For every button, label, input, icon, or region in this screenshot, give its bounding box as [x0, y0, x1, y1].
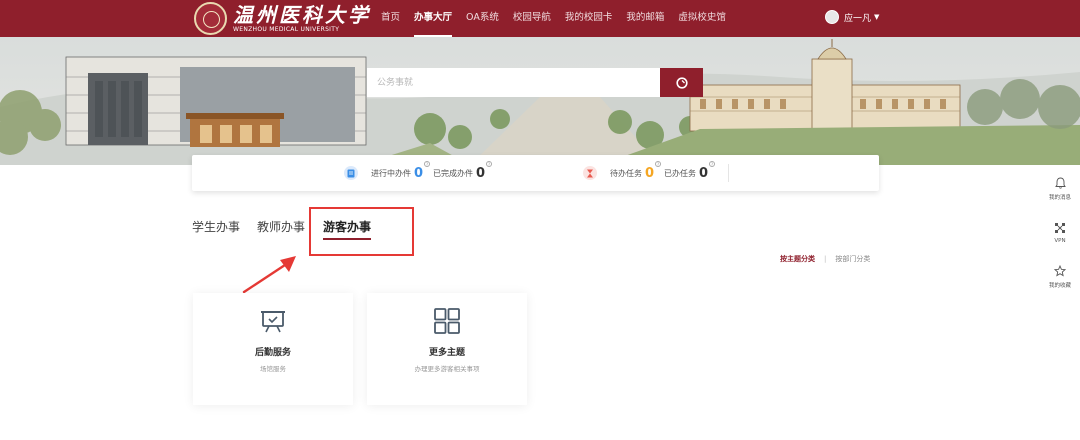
- sidebar-label: VPN: [1054, 238, 1066, 244]
- search-input[interactable]: [367, 68, 660, 97]
- in-progress-count[interactable]: 0?: [414, 160, 431, 181]
- info-icon[interactable]: ?: [424, 160, 431, 167]
- case-stats-group: 进行中办件 0? 已完成办件 0?: [344, 155, 495, 191]
- service-card-more-topics[interactable]: 更多主题 办理更多游客相关事项: [367, 293, 527, 405]
- bell-icon: [1054, 177, 1066, 189]
- campus-sketch-illustration: [0, 39, 1080, 165]
- category-filter: 按主题分类 | 按部门分类: [780, 254, 870, 264]
- nav-campus-navigation[interactable]: 校园导航: [506, 0, 558, 37]
- logo-name-en: WENZHOU MEDICAL UNIVERSITY: [233, 25, 340, 33]
- card-description: 场馆服务: [260, 365, 286, 373]
- right-floating-toolbar: 我的消息 VPN 我的收藏: [1040, 167, 1080, 299]
- campus-banner: [0, 37, 1080, 165]
- main-nav: 首页 办事大厅 OA系统 校园导航 我的校园卡 我的邮箱 虚拟校史馆: [374, 0, 733, 37]
- stats-divider: [728, 164, 729, 182]
- sidebar-item-vpn[interactable]: VPN: [1040, 211, 1080, 255]
- info-icon[interactable]: ?: [655, 160, 662, 167]
- document-icon: [344, 166, 358, 180]
- nav-service-hall[interactable]: 办事大厅: [407, 0, 459, 37]
- card-description: 办理更多游客相关事项: [414, 365, 480, 373]
- top-header: 温州医科大学 WENZHOU MEDICAL UNIVERSITY 首页 办事大…: [0, 0, 1080, 37]
- sidebar-item-messages[interactable]: 我的消息: [1040, 167, 1080, 211]
- nav-mailbox[interactable]: 我的邮箱: [619, 0, 671, 37]
- search-bar: [367, 68, 703, 97]
- tab-student[interactable]: 学生办事: [192, 218, 240, 235]
- annotation-highlight-box: [309, 207, 414, 256]
- logo-name-cn: 温州医科大学: [233, 2, 371, 27]
- info-icon[interactable]: ?: [709, 160, 716, 167]
- nav-oa-system[interactable]: OA系统: [459, 0, 506, 37]
- in-progress-label: 进行中办件: [371, 168, 411, 178]
- nav-campus-card[interactable]: 我的校园卡: [558, 0, 620, 37]
- user-name: 应一凡: [844, 13, 872, 24]
- avatar: [825, 10, 839, 24]
- sidebar-item-favorites[interactable]: 我的收藏: [1040, 255, 1080, 299]
- grid-icon: [434, 308, 460, 334]
- tab-teacher[interactable]: 教师办事: [257, 218, 305, 235]
- nav-home[interactable]: 首页: [374, 0, 407, 37]
- sidebar-label: 我的收藏: [1048, 283, 1071, 289]
- user-menu[interactable]: 应一凡 ▼: [825, 10, 879, 24]
- info-icon[interactable]: ?: [486, 160, 493, 167]
- completed-label: 已完成办件: [433, 168, 474, 178]
- presentation-board-icon: [261, 311, 285, 333]
- star-icon: [1054, 265, 1066, 277]
- card-title: 后勤服务: [254, 348, 291, 358]
- hourglass-icon: [583, 166, 597, 180]
- done-count[interactable]: 0?: [699, 160, 716, 181]
- filter-by-department[interactable]: 按部门分类: [835, 254, 870, 264]
- search-button[interactable]: [660, 68, 703, 97]
- nav-virtual-history-museum[interactable]: 虚拟校史馆: [671, 0, 733, 37]
- sidebar-label: 我的消息: [1048, 195, 1071, 201]
- filter-by-topic[interactable]: 按主题分类: [780, 254, 815, 264]
- search-icon: [675, 76, 688, 89]
- card-title: 更多主题: [428, 348, 465, 358]
- todo-count[interactable]: 0?: [645, 160, 662, 181]
- filter-separator: |: [824, 255, 827, 263]
- completed-count[interactable]: 0?: [476, 160, 493, 181]
- service-card-logistics[interactable]: 后勤服务 场馆服务: [193, 293, 353, 405]
- annotation-arrow-icon: [242, 256, 296, 294]
- task-stats-card: 进行中办件 0? 已完成办件 0? 待办任务 0? 已办任务 0?: [192, 155, 879, 191]
- todo-label: 待办任务: [610, 168, 642, 178]
- done-label: 已办任务: [664, 168, 697, 178]
- caret-down-icon: ▼: [874, 13, 880, 21]
- task-stats-group: 待办任务 0? 已办任务 0?: [583, 155, 718, 191]
- network-icon: [1055, 223, 1065, 233]
- university-logo[interactable]: 温州医科大学 WENZHOU MEDICAL UNIVERSITY: [194, 2, 371, 35]
- university-seal-icon: [194, 2, 227, 35]
